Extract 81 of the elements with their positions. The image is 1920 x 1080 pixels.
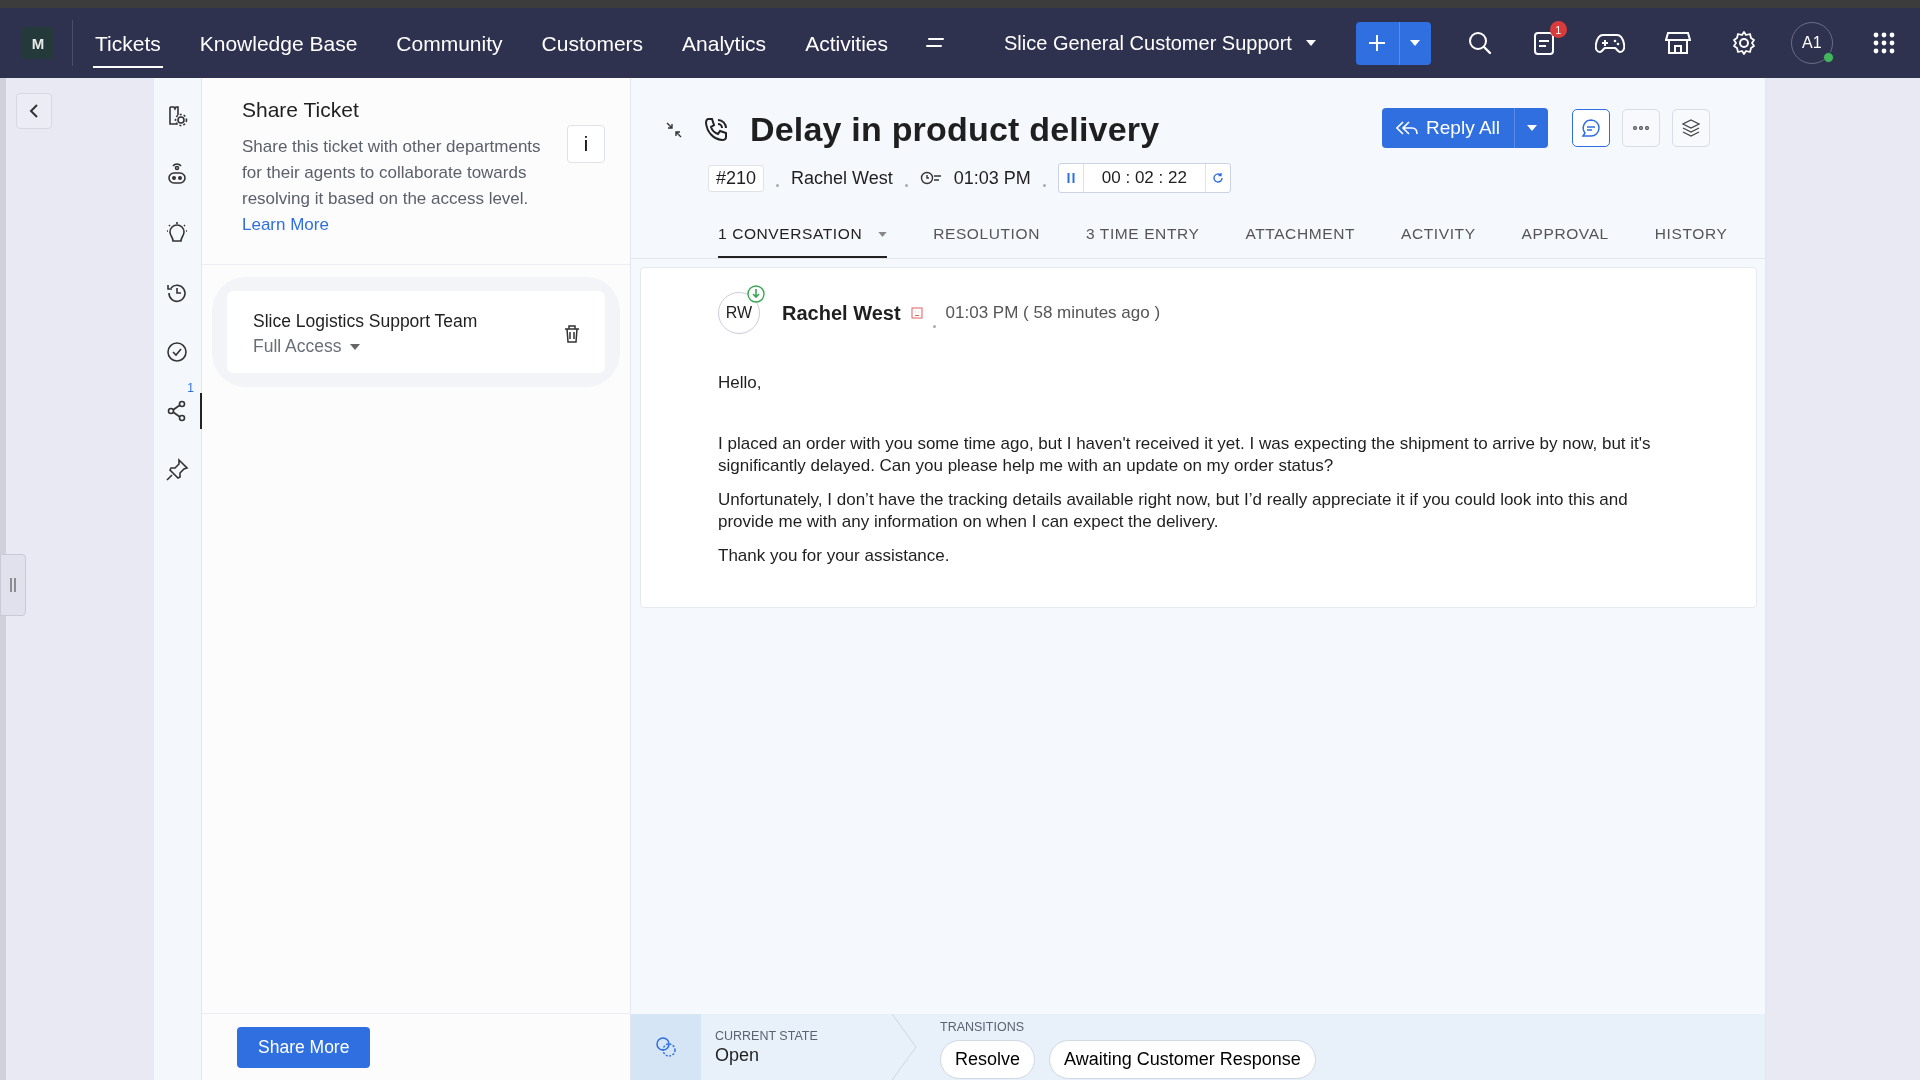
department-name: Slice Logistics Support Team	[253, 311, 478, 332]
notification-badge: 1	[1549, 21, 1567, 38]
count-label: 1	[187, 381, 194, 395]
ticket-id: #210	[708, 164, 765, 192]
collapse-button[interactable]	[16, 93, 52, 129]
ticket-tab[interactable]: ACTIVITY	[1401, 213, 1476, 258]
separator-dot	[1042, 184, 1046, 187]
transition-button[interactable]: Awaiting Customer Response	[1049, 1040, 1316, 1079]
panel-description: Share this ticket with other departments for their agents to collaborate towards resolving it based on the access level. Learn More	[242, 136, 542, 236]
nav-tab[interactable]: Tickets	[93, 22, 163, 68]
ticket-tab[interactable]: HISTORY	[1654, 213, 1728, 258]
reply-dropdown-button[interactable]	[1514, 108, 1548, 148]
search-icon[interactable]	[1466, 30, 1493, 56]
message-paragraph: Thank you for your assistance.	[718, 545, 951, 567]
timer-value: 00 : 02 : 22	[1082, 164, 1206, 192]
store-icon[interactable]	[1664, 30, 1691, 56]
message-paragraph: Unfortunately, I don’t have the tracking details available right now, but I’d really appreciate it if you could look into this and provide me with any information on when I can expect the delivery.	[718, 489, 1629, 533]
message-time: 01:03 PM ( 58 minutes ago )	[945, 303, 1161, 323]
message-paragraph: Hello,	[718, 372, 763, 394]
comment-button[interactable]	[1572, 109, 1610, 147]
sender-name[interactable]: Rachel West	[782, 301, 901, 325]
layers-icon	[1682, 119, 1700, 137]
ticket-subject: Delay in product delivery	[750, 110, 1160, 149]
add-dropdown-button[interactable]	[1398, 21, 1431, 65]
pause-icon	[1066, 173, 1075, 183]
created-time: 01:03 PM	[953, 167, 1031, 189]
caret-icon	[349, 343, 360, 350]
add-button[interactable]	[1355, 21, 1399, 65]
learn-more-link[interactable]: Learn More	[242, 215, 329, 234]
more-icon	[1633, 126, 1649, 130]
share-more-button[interactable]: Share More	[237, 1026, 371, 1068]
separator-dot	[904, 184, 908, 187]
chevron-left-icon	[29, 104, 39, 118]
settings-icon[interactable]	[1730, 30, 1757, 56]
pin-icon	[164, 458, 189, 482]
gamepad-icon[interactable]	[1594, 31, 1625, 55]
separator-dot	[776, 184, 780, 187]
check-icon	[164, 340, 189, 364]
current-state-label: CURRENT STATE	[715, 1028, 819, 1043]
history-icon	[164, 281, 189, 305]
ticket-tab[interactable]: 3 TIME ENTRY	[1085, 213, 1200, 258]
transition-button[interactable]: Resolve	[940, 1040, 1036, 1079]
info-button[interactable]: i	[567, 125, 605, 163]
current-state-value: Open	[715, 1044, 761, 1066]
menu-icon[interactable]	[925, 36, 945, 50]
access-level-dropdown[interactable]: Full Access	[253, 336, 478, 357]
nav-tab[interactable]: Customers	[539, 22, 646, 68]
chat-icon	[1581, 118, 1601, 138]
more-options-button[interactable]	[1622, 109, 1660, 147]
phone-icon	[702, 115, 730, 144]
layers-button[interactable]	[1672, 109, 1710, 147]
caret-icon	[1410, 40, 1421, 46]
reply-all-icon	[1396, 120, 1419, 136]
nav-tab[interactable]: Analytics	[680, 22, 769, 68]
panel-handle[interactable]	[0, 554, 26, 616]
refresh-icon	[1211, 172, 1224, 184]
contact-name[interactable]: Rachel West	[791, 167, 893, 189]
trash-icon[interactable]	[564, 325, 580, 343]
nav-tab[interactable]: Activities	[803, 22, 890, 68]
panel-title: Share Ticket	[242, 98, 360, 122]
nav-tab[interactable]: Knowledge Base	[197, 22, 360, 68]
caret-icon	[1526, 125, 1537, 131]
reply-all-button[interactable]: Reply All	[1382, 108, 1514, 148]
ticket-tab[interactable]: APPROVAL	[1521, 213, 1609, 258]
department-dropdown[interactable]: Slice General Customer Support	[1000, 25, 1320, 61]
collapse-arrows-icon[interactable]	[666, 121, 682, 138]
app-logo[interactable]: M	[22, 27, 54, 59]
ticket-tab[interactable]: ATTACHMENT	[1245, 213, 1356, 258]
notes-icon[interactable]	[1532, 30, 1555, 56]
transitions-label: TRANSITIONS	[940, 1020, 1026, 1034]
plus-icon	[1367, 33, 1388, 53]
separator-dot	[932, 325, 936, 328]
caret-icon	[1305, 40, 1316, 46]
ticket-tab[interactable]: 1 CONVERSATION	[718, 213, 888, 258]
ticket-tab[interactable]: RESOLUTION	[933, 213, 1040, 258]
message-paragraph: I placed an order with you some time ago, but I haven't received it yet. I was expecting the shipment to arrive by now, but it's significantly delayed. Can you please help me with an update on my order status?	[718, 433, 1652, 477]
apps-grid-icon[interactable]	[1872, 32, 1895, 54]
clock-icon	[919, 171, 942, 185]
nav-tab[interactable]: Community	[394, 22, 505, 68]
sentiment-icon	[910, 307, 923, 319]
grip-icon	[10, 578, 16, 592]
